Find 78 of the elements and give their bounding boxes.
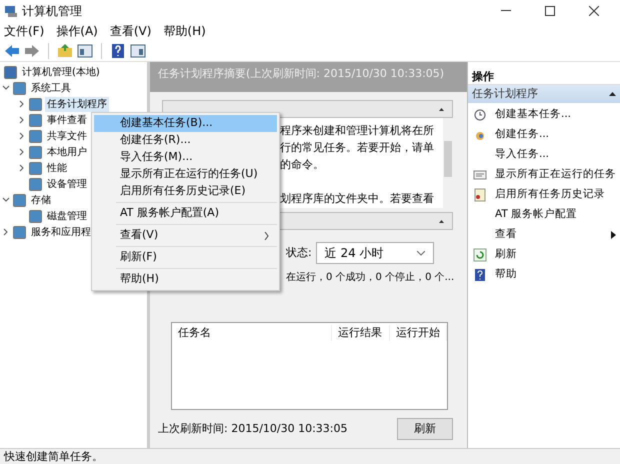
history-icon xyxy=(473,188,487,202)
chevron-right-icon[interactable] xyxy=(2,228,10,236)
menu-item[interactable]: 创建基本任务(B)... xyxy=(94,115,277,132)
chevron-right-icon[interactable] xyxy=(18,116,26,124)
chevron-down-icon xyxy=(416,250,425,256)
tree-item[interactable]: 任务计划程序 xyxy=(45,96,109,112)
tree-item[interactable]: 本地用户 xyxy=(45,144,89,160)
collapse-icon xyxy=(439,220,444,222)
overview-text: 的命令。 xyxy=(280,157,325,173)
clock-icon xyxy=(473,108,487,122)
overview-text: 行的常见任务。若要开始，请单 xyxy=(280,140,435,156)
action-item[interactable]: 创建任务... xyxy=(468,125,620,145)
submenu-arrow-icon xyxy=(611,231,616,239)
status-label: 状态: xyxy=(286,244,312,261)
list-icon xyxy=(473,168,487,182)
tree-item[interactable]: 共享文件 xyxy=(45,128,89,144)
action-item[interactable]: AT 服务帐户配置 xyxy=(468,205,620,225)
last-refresh-text: 上次刷新时间: 2015/10/30 10:33:05 xyxy=(158,420,348,437)
overview-text: 划程序库的文件夹中。若要查看 xyxy=(280,191,435,207)
chevron-down-icon[interactable] xyxy=(2,196,10,204)
action-item[interactable]: 查看 xyxy=(468,225,620,245)
chevron-right-icon[interactable] xyxy=(18,164,26,172)
panel-icon[interactable] xyxy=(130,42,146,58)
status-bar: 快速创建简单任务。 xyxy=(0,448,620,464)
menu-item[interactable]: 刷新(F) xyxy=(94,249,277,266)
column-header[interactable]: 任务名 xyxy=(172,324,332,342)
overview-text: 程序来创建和管理计算机将在所 xyxy=(280,123,435,139)
close-icon xyxy=(589,6,599,16)
tree-item[interactable]: 设备管理 xyxy=(45,176,89,192)
status-summary-text: 在运行，0 个成功，0 个停止，0 个... xyxy=(286,270,454,285)
window-title: 计算机管理 xyxy=(22,2,82,20)
folder-up-icon[interactable] xyxy=(57,42,73,58)
time-range-dropdown[interactable]: 近 24 小时 xyxy=(316,242,434,264)
chevron-right-icon[interactable] xyxy=(18,148,26,156)
summary-header: 任务计划程序摘要(上次刷新时间: 2015/10/30 10:33:05) xyxy=(150,62,467,92)
tree-item[interactable]: 事件查看 xyxy=(45,112,89,128)
refresh-icon xyxy=(473,248,487,262)
menu-item[interactable]: 导入任务(M)... xyxy=(94,149,277,166)
menu-item[interactable]: 显示所有正在运行的任务(U) xyxy=(94,166,277,183)
menu-item[interactable]: AT 服务帐户配置(A) xyxy=(94,205,277,222)
panel-icon[interactable] xyxy=(77,42,93,58)
action-item[interactable]: 刷新 xyxy=(468,245,620,265)
menu-item[interactable]: 文件(F) xyxy=(4,22,44,40)
actions-section-header[interactable]: 任务计划程序 xyxy=(468,85,620,103)
action-item[interactable]: 帮助 xyxy=(468,265,620,285)
help-icon[interactable] xyxy=(110,42,126,58)
minimize-icon xyxy=(501,10,511,11)
chevron-down-icon[interactable] xyxy=(2,84,10,92)
tree-item[interactable]: 系统工具 xyxy=(29,80,73,96)
menu-item[interactable]: 操作(A) xyxy=(56,22,98,40)
menu-item[interactable]: 帮助(H) xyxy=(163,22,206,40)
menu-item[interactable]: 查看(V) xyxy=(110,22,152,40)
collapse-icon xyxy=(609,92,616,96)
forward-arrow-icon[interactable] xyxy=(24,44,40,58)
chevron-right-icon[interactable] xyxy=(18,132,26,140)
tree-item[interactable]: 存储 xyxy=(29,192,53,208)
maximize-icon xyxy=(545,6,555,16)
action-item[interactable]: 启用所有任务历史记录 xyxy=(468,185,620,205)
chevron-right-icon[interactable] xyxy=(18,100,26,108)
chevron-right-icon xyxy=(264,232,269,240)
back-arrow-icon[interactable] xyxy=(4,44,20,58)
menu-item[interactable]: 查看(V) xyxy=(94,227,277,244)
column-header[interactable]: 运行开始 xyxy=(390,324,447,342)
tree-item[interactable]: 服务和应用程 xyxy=(29,224,93,240)
menu-item[interactable]: 帮助(H) xyxy=(94,271,277,288)
action-item[interactable]: 显示所有正在运行的任务 xyxy=(468,165,620,185)
menu-item[interactable]: 启用所有任务历史记录(E) xyxy=(94,183,277,200)
refresh-button[interactable]: 刷新 xyxy=(397,418,453,440)
action-item[interactable]: 导入任务... xyxy=(468,145,620,165)
action-item[interactable]: 创建基本任务... xyxy=(468,105,620,125)
column-header[interactable]: 运行结果 xyxy=(332,324,390,342)
collapse-icon xyxy=(439,108,444,110)
tree-item[interactable]: 磁盘管理 xyxy=(45,208,89,224)
tree-item[interactable]: 性能 xyxy=(45,160,69,176)
computer-management-icon xyxy=(4,4,18,18)
help-icon xyxy=(473,268,487,282)
menu-item[interactable]: 创建任务(R)... xyxy=(94,132,277,149)
tree-item[interactable]: 计算机管理(本地) xyxy=(20,64,102,80)
